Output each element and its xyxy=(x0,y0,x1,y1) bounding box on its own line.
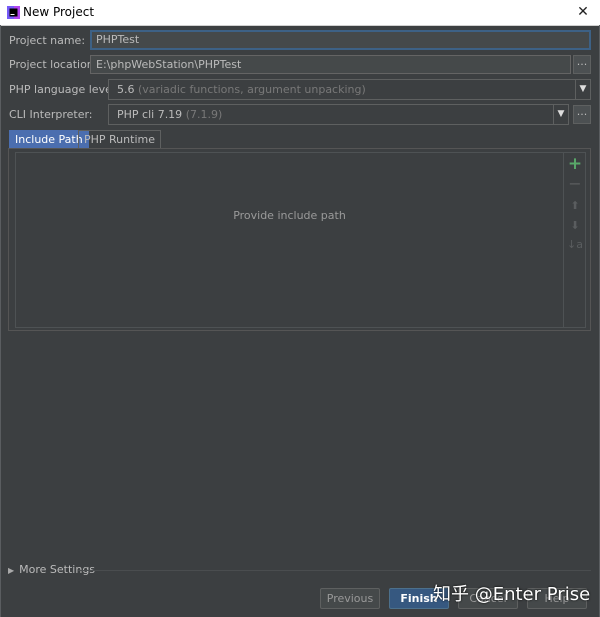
chevron-down-icon[interactable]: ▼ xyxy=(553,104,569,125)
title-bar: New Project ✕ xyxy=(0,0,600,26)
phpstorm-app-icon xyxy=(7,6,20,19)
divider xyxy=(78,570,591,571)
tab-include-path[interactable]: Include Path xyxy=(9,130,89,148)
remove-icon[interactable]: − xyxy=(564,176,586,192)
watermark: 知乎 @Enter Prise xyxy=(433,584,591,605)
project-name-field[interactable]: PHPTest xyxy=(90,30,591,50)
php-level-detail: (variadic functions, argument unpacking) xyxy=(138,83,366,96)
php-level-value: 5.6 xyxy=(117,83,135,96)
previous-button[interactable]: Previous xyxy=(320,588,380,609)
browse-interpreter-button[interactable]: ... xyxy=(573,105,591,124)
project-name-label: Project name: xyxy=(9,34,86,47)
empty-list-text: Provide include path xyxy=(233,209,346,222)
chevron-right-icon: ▶ xyxy=(8,566,15,575)
chevron-down-icon[interactable]: ▼ xyxy=(575,79,591,100)
browse-location-button[interactable]: ... xyxy=(573,55,591,74)
tab-php-runtime[interactable]: PHP Runtime xyxy=(78,130,161,148)
cli-value: PHP cli 7.19 xyxy=(117,108,183,121)
sort-icon[interactable]: ↓a xyxy=(564,237,586,253)
window-title: New Project xyxy=(23,5,95,19)
cli-interpreter-label: CLI Interpreter: xyxy=(9,108,93,121)
close-icon[interactable]: ✕ xyxy=(566,0,600,25)
project-location-field[interactable]: E:\phpWebStation\PHPTest xyxy=(90,55,571,74)
window-border-left xyxy=(0,25,1,617)
php-language-level-label: PHP language level: xyxy=(9,83,119,96)
php-language-level-select[interactable]: 5.6 (variadic functions, argument unpack… xyxy=(108,79,576,100)
move-up-icon[interactable]: ⬆ xyxy=(564,198,586,214)
include-path-list[interactable]: Provide include path xyxy=(15,152,564,328)
include-path-toolbar: + − ⬆ ⬇ ↓a xyxy=(564,152,586,328)
cli-detail: (7.1.9) xyxy=(185,108,223,121)
move-down-icon[interactable]: ⬇ xyxy=(564,218,586,234)
cli-interpreter-select[interactable]: PHP cli 7.19 (7.1.9) xyxy=(108,104,554,125)
add-icon[interactable]: + xyxy=(564,156,586,173)
project-location-label: Project location: xyxy=(9,58,98,71)
